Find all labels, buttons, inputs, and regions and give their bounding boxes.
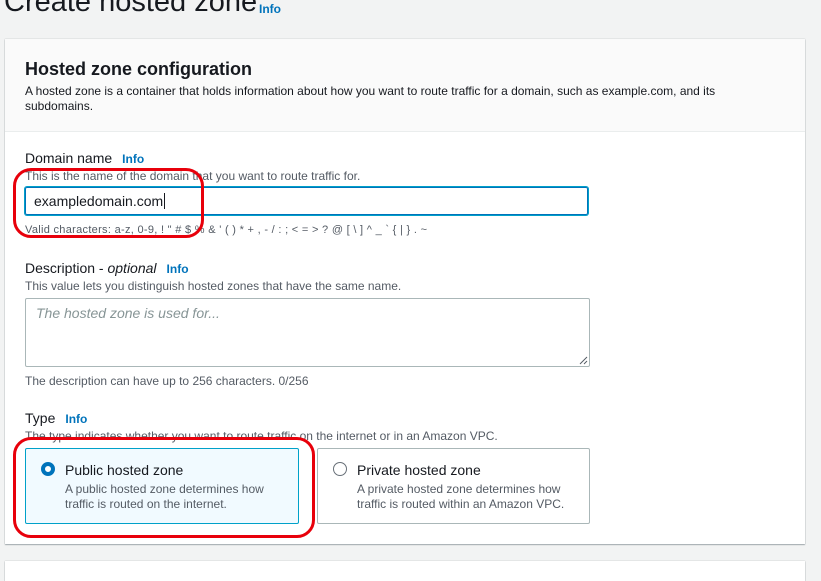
next-panel	[5, 561, 805, 581]
panel-description: A hosted zone is a container that holds …	[25, 84, 716, 113]
private-hosted-zone-option[interactable]: Private hosted zone A private hosted zon…	[317, 448, 590, 524]
private-hosted-zone-description: A private hosted zone determines how tra…	[357, 482, 565, 511]
description-label: Description - optional Info	[25, 260, 189, 276]
domain-name-description: This is the name of the domain that you …	[25, 169, 361, 183]
text-cursor	[164, 193, 166, 209]
hosted-zone-configuration-panel: Hosted zone configuration A hosted zone …	[5, 39, 805, 544]
panel-header: Hosted zone configuration A hosted zone …	[5, 39, 805, 132]
description-textarea[interactable]: The hosted zone is used for...	[25, 298, 590, 367]
type-label: Type Info	[25, 410, 88, 426]
domain-name-constraint: Valid characters: a-z, 0-9, ! " # $ % & …	[25, 224, 428, 236]
radio-unselected-icon[interactable]	[333, 462, 347, 476]
public-hosted-zone-option[interactable]: Public hosted zone A public hosted zone …	[25, 448, 299, 524]
domain-name-label: Domain name Info	[25, 150, 145, 166]
domain-name-value: exampledomain.com	[34, 193, 164, 209]
radio-selected-icon[interactable]	[41, 462, 55, 476]
description-info-link[interactable]: Info	[167, 262, 189, 276]
type-info-link[interactable]: Info	[65, 412, 87, 426]
page-info-link[interactable]: Info	[259, 2, 281, 16]
type-description: The type indicates whether you want to r…	[25, 429, 498, 443]
private-hosted-zone-title: Private hosted zone	[357, 462, 481, 478]
resize-handle-icon[interactable]	[579, 356, 588, 365]
public-hosted-zone-title: Public hosted zone	[65, 462, 184, 478]
description-placeholder: The hosted zone is used for...	[36, 305, 220, 321]
description-constraint: The description can have up to 256 chara…	[25, 374, 309, 388]
panel-title: Hosted zone configuration	[25, 59, 252, 79]
domain-name-input[interactable]: exampledomain.com	[25, 187, 588, 215]
description-description: This value lets you distinguish hosted z…	[25, 279, 402, 293]
domain-name-info-link[interactable]: Info	[122, 152, 144, 166]
public-hosted-zone-description: A public hosted zone determines how traf…	[65, 482, 264, 511]
page-title: Create hosted zone	[4, 0, 258, 18]
